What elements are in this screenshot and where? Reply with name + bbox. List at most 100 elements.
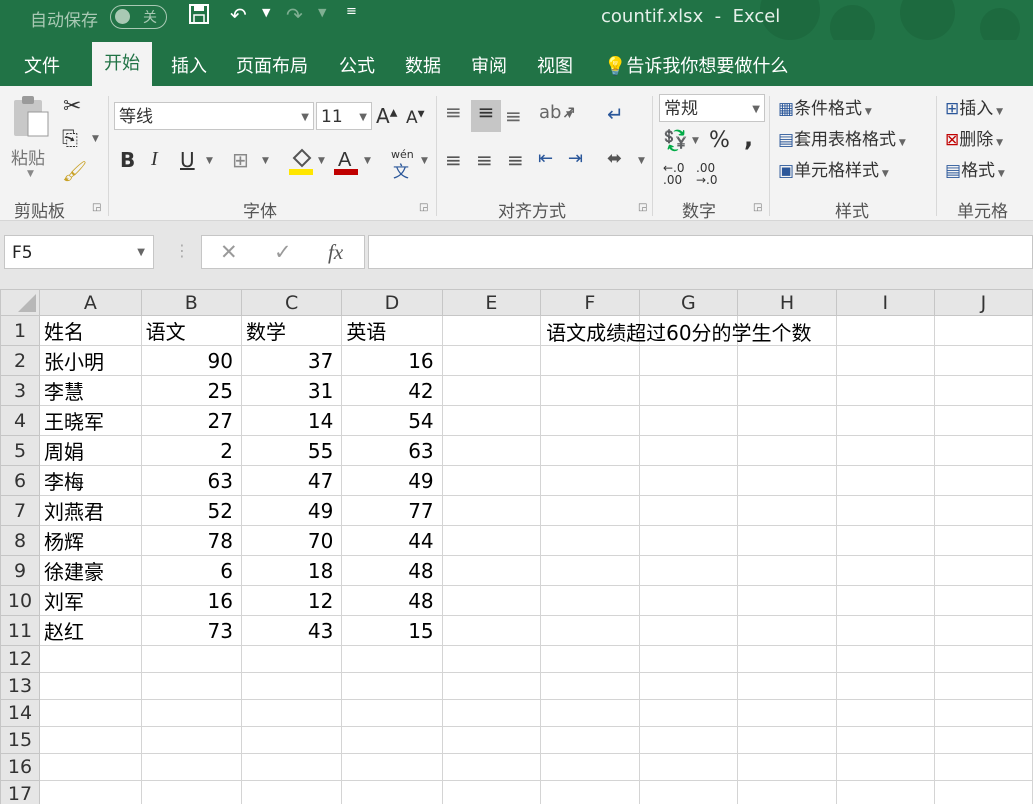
cell-i6[interactable] xyxy=(835,465,935,496)
tab-file[interactable]: 文件 xyxy=(24,52,60,78)
cell-c10[interactable]: 12 xyxy=(240,585,343,616)
cell-c6[interactable]: 47 xyxy=(240,465,343,496)
cell-e7[interactable] xyxy=(441,495,542,526)
cell-d16[interactable] xyxy=(341,753,443,781)
cell-name11[interactable]: 赵红 xyxy=(39,615,142,646)
borders-icon[interactable]: ⊞ xyxy=(232,148,249,172)
cell-j2[interactable] xyxy=(933,345,1033,376)
cell-j6[interactable] xyxy=(933,465,1033,496)
cell-b9[interactable]: 6 xyxy=(140,555,242,586)
bold-button[interactable]: B xyxy=(120,148,135,172)
cell-h17[interactable] xyxy=(737,780,837,804)
row-header[interactable]: 3 xyxy=(0,375,40,406)
paste-icon[interactable] xyxy=(10,94,52,139)
borders-dropdown-icon[interactable]: ▼ xyxy=(262,156,269,166)
row-header[interactable]: 2 xyxy=(0,345,40,376)
insert-function-icon[interactable]: fx xyxy=(328,240,343,265)
column-header-e[interactable]: E xyxy=(441,289,542,316)
number-format-select[interactable]: 常规 ▼ xyxy=(659,94,765,122)
cell-b17[interactable] xyxy=(140,780,242,804)
alignment-launcher-icon[interactable]: ◲ xyxy=(638,202,647,213)
cell-name7[interactable]: 刘燕君 xyxy=(39,495,142,526)
cell-h4[interactable] xyxy=(737,405,837,436)
column-header-d[interactable]: D xyxy=(341,289,443,316)
cell-d7[interactable]: 77 xyxy=(341,495,443,526)
conditional-formatting-button[interactable]: ▦条件格式 ▼ xyxy=(778,94,872,119)
cell-f6[interactable] xyxy=(540,465,640,496)
row-header[interactable]: 8 xyxy=(0,525,40,556)
name-box[interactable]: F5 ▼ xyxy=(4,235,154,269)
cell-c14[interactable] xyxy=(240,699,343,727)
percent-style-button[interactable]: % xyxy=(709,128,730,153)
cell-e2[interactable] xyxy=(441,345,542,376)
row-header[interactable]: 10 xyxy=(0,585,40,616)
clipboard-launcher-icon[interactable]: ◲ xyxy=(92,202,101,213)
cell-name17[interactable] xyxy=(39,780,142,804)
cell-f14[interactable] xyxy=(540,699,640,727)
cell-name12[interactable] xyxy=(39,645,142,673)
align-center-icon[interactable]: ≡ xyxy=(476,148,493,172)
tab-insert[interactable]: 插入 xyxy=(171,52,207,78)
cell-name1[interactable]: 姓名 xyxy=(39,315,142,346)
cell-f16[interactable] xyxy=(540,753,640,781)
cell-j12[interactable] xyxy=(933,645,1033,673)
cell-h6[interactable] xyxy=(737,465,837,496)
cell-i10[interactable] xyxy=(835,585,935,616)
cell-e5[interactable] xyxy=(441,435,542,466)
cell-h9[interactable] xyxy=(737,555,837,586)
italic-button[interactable]: I xyxy=(151,148,158,171)
row-header[interactable]: 11 xyxy=(0,615,40,646)
cell-h11[interactable] xyxy=(737,615,837,646)
cell-c17[interactable] xyxy=(240,780,343,804)
cell-c15[interactable] xyxy=(240,726,343,754)
tab-home[interactable]: 开始 xyxy=(92,42,152,86)
cell-g17[interactable] xyxy=(638,780,739,804)
cell-f17[interactable] xyxy=(540,780,640,804)
format-as-table-button[interactable]: ▤套用表格格式 ▼ xyxy=(778,125,906,150)
insert-cells-button[interactable]: ⊞插入 ▼ xyxy=(945,94,1003,119)
cell-j3[interactable] xyxy=(933,375,1033,406)
column-header-j[interactable]: J xyxy=(933,289,1033,316)
cell-name15[interactable] xyxy=(39,726,142,754)
cell-name2[interactable]: 张小明 xyxy=(39,345,142,376)
column-header-f[interactable]: F xyxy=(540,289,640,316)
cell-e17[interactable] xyxy=(441,780,542,804)
copy-dropdown-icon[interactable]: ▼ xyxy=(92,134,99,144)
cell-g4[interactable] xyxy=(638,405,739,436)
cell-i12[interactable] xyxy=(835,645,935,673)
tab-view[interactable]: 视图 xyxy=(537,52,573,78)
customize-qat-icon[interactable]: ≡ xyxy=(346,4,357,19)
cell-h5[interactable] xyxy=(737,435,837,466)
cell-c2[interactable]: 37 xyxy=(240,345,343,376)
column-header-h[interactable]: H xyxy=(737,289,837,316)
cell-h2[interactable] xyxy=(737,345,837,376)
cell-i1[interactable] xyxy=(835,315,935,346)
font-color-icon[interactable]: A xyxy=(334,146,360,181)
fill-color-dropdown-icon[interactable]: ▼ xyxy=(318,156,325,166)
cell-d9[interactable]: 48 xyxy=(341,555,443,586)
cell-g12[interactable] xyxy=(638,645,739,673)
cell-i8[interactable] xyxy=(835,525,935,556)
cell-b1[interactable]: 语文 xyxy=(140,315,242,346)
row-header[interactable]: 7 xyxy=(0,495,40,526)
paste-button[interactable]: 粘贴 xyxy=(11,144,45,169)
cell-name16[interactable] xyxy=(39,753,142,781)
cell-b7[interactable]: 52 xyxy=(140,495,242,526)
cell-c1[interactable]: 数学 xyxy=(240,315,343,346)
copy-icon[interactable]: ⎘ xyxy=(62,126,78,150)
cell-j7[interactable] xyxy=(933,495,1033,526)
cell-b16[interactable] xyxy=(140,753,242,781)
cell-d2[interactable]: 16 xyxy=(341,345,443,376)
orientation-dropdown-icon[interactable]: ▼ xyxy=(566,110,573,120)
underline-dropdown-icon[interactable]: ▼ xyxy=(206,156,213,166)
cell-e13[interactable] xyxy=(441,672,542,700)
cell-f4[interactable] xyxy=(540,405,640,436)
tab-review[interactable]: 审阅 xyxy=(471,52,507,78)
cell-e14[interactable] xyxy=(441,699,542,727)
cell-i4[interactable] xyxy=(835,405,935,436)
undo-icon[interactable]: ↶ xyxy=(230,3,247,27)
format-painter-icon[interactable]: 🖌 xyxy=(62,159,87,183)
cell-h14[interactable] xyxy=(737,699,837,727)
cell-b4[interactable]: 27 xyxy=(140,405,242,436)
cell-c12[interactable] xyxy=(240,645,343,673)
